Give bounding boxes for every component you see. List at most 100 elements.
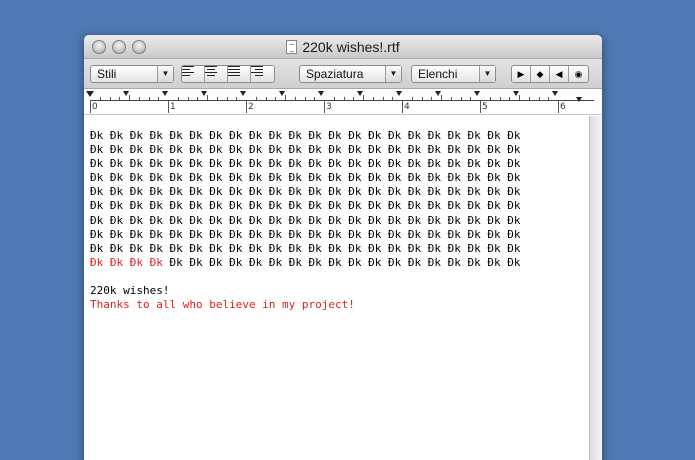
ruler-tick [441, 95, 442, 100]
ruler[interactable]: 0 1 2 3 4 5 6 [84, 89, 602, 115]
ruler-number: 1 [170, 102, 176, 112]
ruler-tick [226, 97, 228, 100]
window-title: 220k wishes!.rtf [302, 39, 400, 55]
ruler-number: 2 [248, 102, 254, 112]
ruler-number: 3 [326, 102, 332, 112]
thanks-line: Thanks to all who believe in my project! [90, 298, 355, 312]
chevron-down-icon: ▼ [157, 66, 173, 82]
ruler-tick [236, 97, 238, 100]
ruler-tick [402, 100, 403, 113]
left-tab-icon: ▶ [512, 66, 530, 82]
ruler-number: 5 [482, 102, 488, 112]
chevron-down-icon: ▼ [385, 66, 401, 82]
pattern-row: Ðk Ðk Ðk Ðk Ðk Ðk Ðk Ðk Ðk Ðk Ðk Ðk Ðk Ð… [90, 185, 521, 199]
tab-stop-marker[interactable] [240, 91, 246, 96]
align-right-icon [251, 66, 274, 82]
vertical-scrollbar[interactable] [589, 116, 602, 460]
ruler-tick [158, 97, 160, 100]
ruler-tick [480, 100, 481, 113]
ruler-tick [207, 95, 208, 100]
align-right-button[interactable] [251, 66, 274, 82]
tab-stop-marker[interactable] [162, 91, 168, 96]
align-justify-icon [228, 66, 250, 82]
chevron-down-icon: ▼ [479, 66, 495, 82]
align-center-icon [205, 66, 227, 82]
window-title-area: 220k wishes!.rtf [84, 39, 602, 55]
ruler-tick [353, 97, 355, 100]
pattern-row: Ðk Ðk Ðk Ðk Ðk Ðk Ðk Ðk Ðk Ðk Ðk Ðk Ðk Ð… [90, 241, 521, 255]
document-icon[interactable] [286, 40, 298, 54]
tab-stop-marker[interactable] [513, 91, 519, 96]
title-bar[interactable]: 220k wishes!.rtf [84, 35, 602, 59]
spacing-dropdown[interactable]: Spaziatura ▼ [299, 65, 402, 83]
tab-stop-marker[interactable] [435, 91, 441, 96]
alignment-control [181, 65, 275, 83]
ruler-tick [509, 97, 511, 100]
ruler-tick [499, 97, 501, 100]
align-center-button[interactable] [205, 66, 228, 82]
center-tab-icon: ◆ [531, 66, 549, 82]
ruler-tick [119, 97, 121, 100]
ruler-tick [138, 97, 140, 100]
pattern-row: Ðk Ðk Ðk Ðk Ðk Ðk Ðk Ðk Ðk Ðk Ðk Ðk Ðk Ð… [90, 143, 521, 157]
ruler-tick [431, 97, 433, 100]
align-justify-button[interactable] [228, 66, 251, 82]
decimal-tab-icon: ◉ [569, 66, 588, 82]
pattern-row: Ðk Ðk Ðk Ðk Ðk Ðk Ðk Ðk Ðk Ðk Ðk Ðk Ðk Ð… [90, 213, 521, 227]
align-left-button[interactable] [182, 66, 205, 82]
ruler-tick [275, 97, 277, 100]
pattern-row: Ðk Ðk Ðk Ðk Ðk Ðk Ðk Ðk Ðk Ðk Ðk Ðk Ðk Ð… [90, 129, 521, 142]
ruler-tick [255, 97, 257, 100]
tab-stop-marker[interactable] [318, 91, 324, 96]
ruler-tick [538, 97, 540, 100]
lists-dropdown-label: Elenchi [418, 67, 458, 81]
tab-stop-marker[interactable] [396, 91, 402, 96]
ruler-tick [470, 97, 472, 100]
pattern-span: Ðk Ðk Ðk Ðk Ðk Ðk Ðk Ðk Ðk Ðk Ðk Ðk Ðk Ð… [169, 255, 521, 269]
ruler-baseline [90, 100, 594, 101]
ruler-tick [197, 97, 199, 100]
ruler-tick [109, 97, 111, 100]
ruler-tick [294, 97, 296, 100]
pattern-row: Ðk Ðk Ðk Ðk Ðk Ðk Ðk Ðk Ðk Ðk Ðk Ðk Ðk Ð… [90, 157, 521, 171]
ruler-tick [558, 100, 559, 113]
styles-dropdown-label: Stili [97, 67, 117, 81]
tab-stop-marker[interactable] [201, 91, 207, 96]
styles-dropdown[interactable]: Stili ▼ [90, 65, 174, 83]
center-tab-button[interactable]: ◆ [531, 66, 550, 82]
document-text-area[interactable]: Ðk Ðk Ðk Ðk Ðk Ðk Ðk Ðk Ðk Ðk Ðk Ðk Ðk Ð… [84, 116, 589, 460]
ruler-tick [421, 97, 423, 100]
tab-stop-marker[interactable] [474, 91, 480, 96]
ruler-tick [168, 100, 169, 113]
ruler-tick [333, 97, 335, 100]
tab-stop-marker[interactable] [123, 91, 129, 96]
pattern-row: Ðk Ðk Ðk Ðk Ðk Ðk Ðk Ðk Ðk Ðk Ðk Ðk Ðk Ð… [90, 199, 521, 213]
ruler-tick [450, 97, 452, 100]
ruler-tick [148, 97, 150, 100]
lists-dropdown[interactable]: Elenchi ▼ [411, 65, 496, 83]
format-toolbar: Stili ▼ Spaziatura ▼ Elenchi ▼ ▶ ◆ ◀ ◉ [84, 59, 602, 89]
ruler-tick [548, 97, 550, 100]
ruler-number: 6 [560, 102, 566, 112]
ruler-tick [382, 97, 384, 100]
ruler-tick [187, 97, 189, 100]
ruler-tick [99, 97, 101, 100]
ruler-tick [411, 97, 413, 100]
tab-stop-marker[interactable] [552, 91, 558, 96]
tab-stop-marker[interactable] [357, 91, 363, 96]
first-line-indent-marker[interactable] [86, 91, 94, 97]
ruler-number: 4 [404, 102, 410, 112]
ruler-tick [519, 95, 520, 100]
right-margin-marker[interactable] [576, 97, 582, 102]
spacing-dropdown-label: Spaziatura [306, 67, 364, 81]
ruler-tick [363, 95, 364, 100]
ruler-tick [460, 97, 462, 100]
left-tab-button[interactable]: ▶ [512, 66, 531, 82]
ruler-tick [304, 97, 306, 100]
ruler-tick [489, 97, 491, 100]
decimal-tab-button[interactable]: ◉ [569, 66, 588, 82]
ruler-tick [343, 97, 345, 100]
tab-stop-marker[interactable] [279, 91, 285, 96]
right-tab-button[interactable]: ◀ [550, 66, 569, 82]
